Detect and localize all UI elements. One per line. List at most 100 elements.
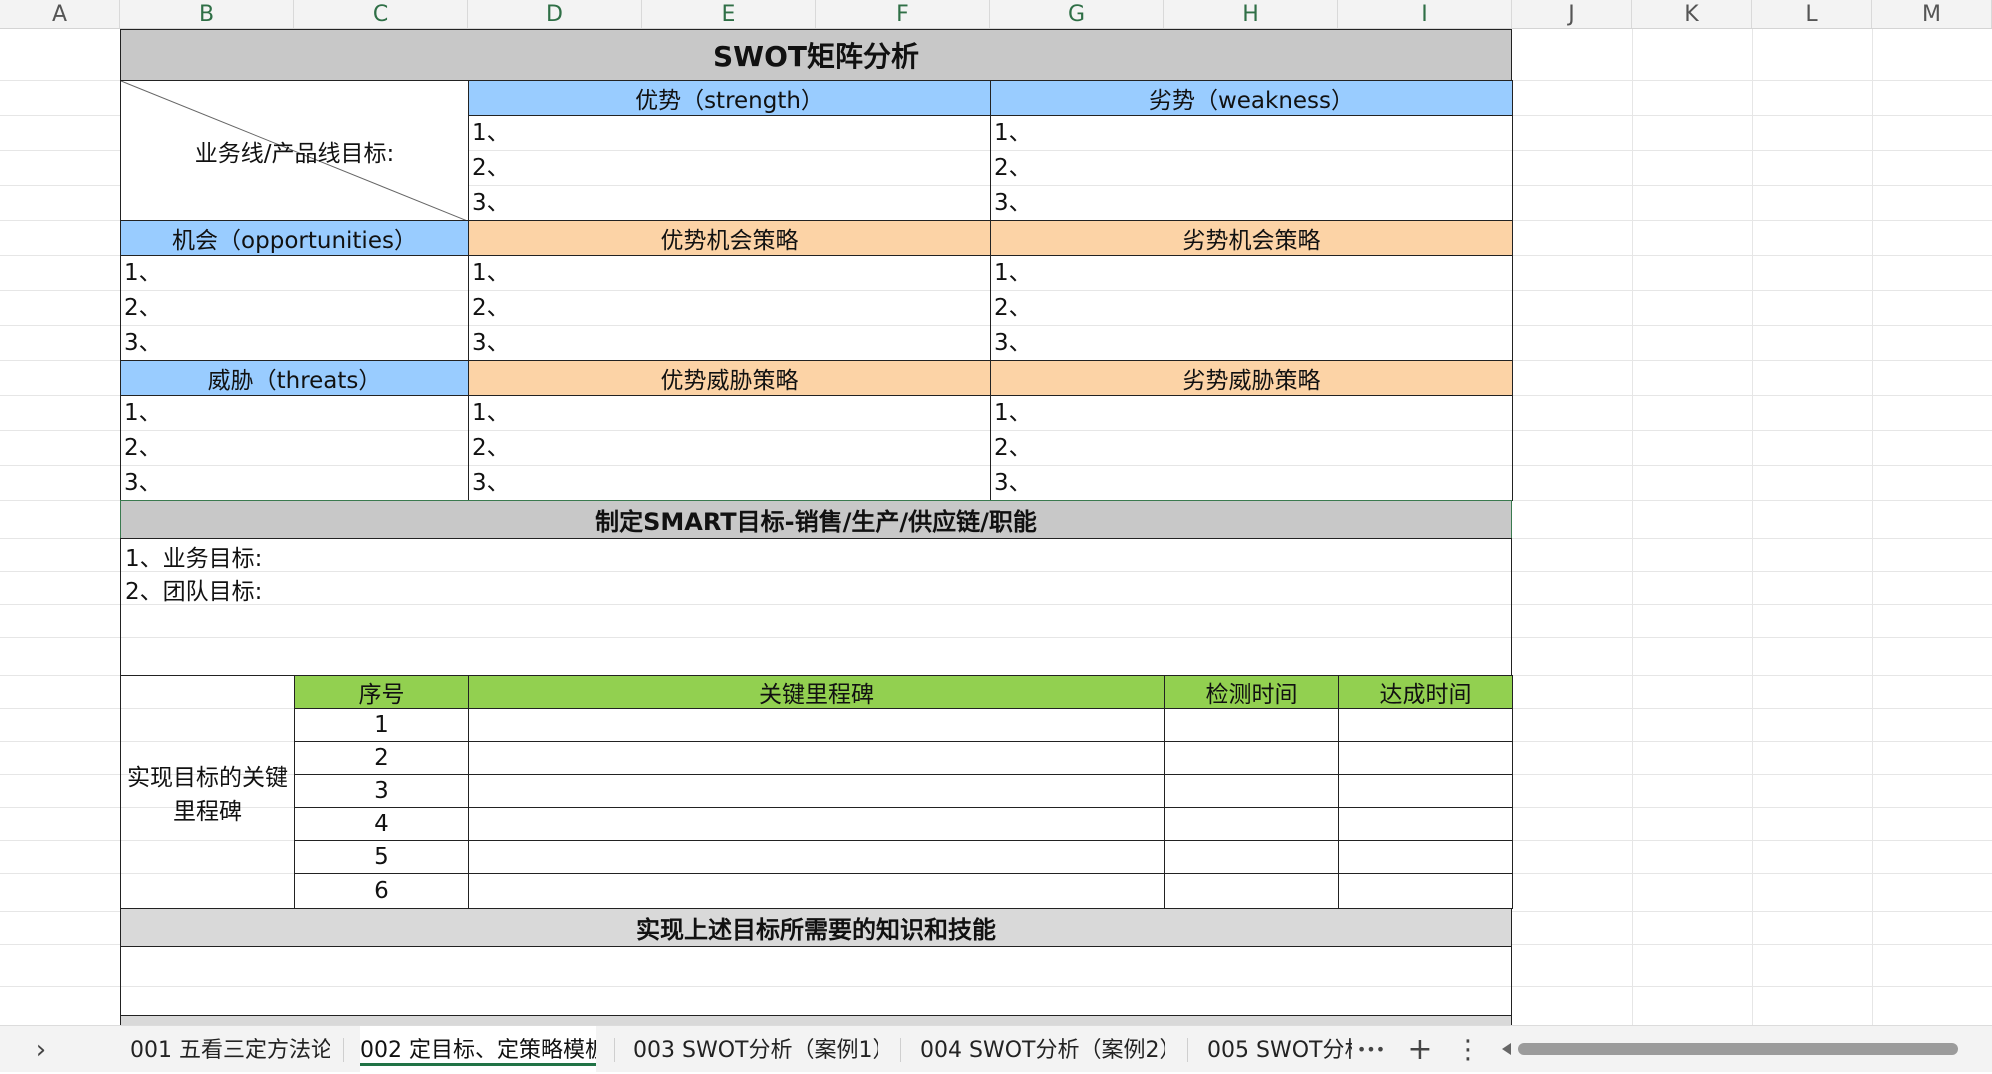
list-item: 3、 — [472, 190, 510, 216]
list-item: 3、 — [994, 190, 1032, 216]
table-cell[interactable] — [468, 774, 1165, 808]
horizontal-scrollbar[interactable] — [1502, 1043, 1992, 1055]
column-header-b[interactable]: B — [120, 0, 294, 28]
column-header-k[interactable]: K — [1632, 0, 1752, 28]
table-cell[interactable] — [468, 840, 1165, 874]
list-item: 2、 — [994, 435, 1032, 461]
column-header-h[interactable]: H — [1164, 0, 1338, 28]
spreadsheet-grid[interactable]: SWOT矩阵分析 业务线/产品线目标: 优势（strength） 劣势（weak… — [0, 29, 1992, 1025]
threats-list[interactable]: 1、 2、 3、 — [120, 395, 469, 501]
table-cell[interactable] — [1164, 774, 1339, 808]
table-cell[interactable] — [1338, 741, 1513, 775]
swot-title[interactable]: SWOT矩阵分析 — [120, 29, 1512, 81]
column-header-l[interactable]: L — [1752, 0, 1872, 28]
table-cell[interactable] — [1164, 708, 1339, 742]
skills-title[interactable]: 实现上述目标所需要的知识和技能 — [120, 908, 1512, 947]
list-item: 3、 — [472, 470, 510, 496]
table-row-index[interactable]: 1 — [294, 708, 469, 742]
more-tabs-icon[interactable]: ••• — [1355, 1026, 1387, 1072]
wt-strategy-list[interactable]: 1、 2、 3、 — [990, 395, 1513, 501]
list-item: 2、 — [994, 295, 1032, 321]
column-header-g[interactable]: G — [990, 0, 1164, 28]
table-cell[interactable] — [1164, 807, 1339, 841]
table-cell[interactable] — [1164, 873, 1339, 909]
column-header-j[interactable]: J — [1512, 0, 1632, 28]
threats-header[interactable]: 威胁（threats） — [120, 360, 469, 396]
smart-title[interactable]: 制定SMART目标-销售/生产/供应链/职能 — [120, 500, 1512, 539]
table-row-index[interactable]: 5 — [294, 840, 469, 874]
column-header-c[interactable]: C — [294, 0, 468, 28]
col-header-milestone[interactable]: 关键里程碑 — [468, 675, 1165, 709]
sheet-tab-004[interactable]: 004 SWOT分析（案例2） — [920, 1026, 1165, 1072]
so-strategy-header[interactable]: 优势机会策略 — [468, 220, 991, 256]
list-item: 3、 — [124, 330, 162, 356]
list-item: 2、 — [124, 435, 162, 461]
table-row-index[interactable]: 2 — [294, 741, 469, 775]
sheet-tab-002-active[interactable]: 002 定目标、定策略模板 — [360, 1026, 596, 1072]
list-item: 1、 — [994, 120, 1032, 146]
table-cell[interactable] — [1164, 840, 1339, 874]
column-header-bar: A B C D E F G H I J K L M — [0, 0, 1992, 29]
list-item: 2、 — [472, 155, 510, 181]
list-item: 1、 — [472, 260, 510, 286]
table-cell[interactable] — [468, 873, 1165, 909]
wo-strategy-header[interactable]: 劣势机会策略 — [990, 220, 1513, 256]
add-sheet-icon[interactable]: + — [1404, 1026, 1436, 1072]
skills-content-cell[interactable] — [120, 946, 1512, 1016]
opportunities-list[interactable]: 1、 2、 3、 — [120, 255, 469, 361]
col-header-check-time[interactable]: 检测时间 — [1164, 675, 1339, 709]
gridline — [1872, 29, 1873, 1025]
list-item: 1、 — [472, 120, 510, 146]
milestone-side-label[interactable]: 实现目标的关键 里程碑 — [120, 675, 295, 909]
sheet-tab-001[interactable]: 001 五看三定方法论 — [130, 1026, 330, 1072]
sheet-tab-003[interactable]: 003 SWOT分析（案例1） — [633, 1026, 878, 1072]
col-header-index[interactable]: 序号 — [294, 675, 469, 709]
wt-strategy-header[interactable]: 劣势威胁策略 — [990, 360, 1513, 396]
sheet-menu-icon[interactable]: ⋮ — [1452, 1026, 1484, 1072]
list-item: 1、 — [124, 400, 162, 426]
list-item: 1、 — [994, 400, 1032, 426]
table-cell[interactable] — [1338, 807, 1513, 841]
table-row-index[interactable]: 6 — [294, 873, 469, 909]
column-header-f[interactable]: F — [816, 0, 990, 28]
table-cell[interactable] — [1338, 708, 1513, 742]
column-header-m[interactable]: M — [1872, 0, 1992, 28]
wo-strategy-list[interactable]: 1、 2、 3、 — [990, 255, 1513, 361]
opportunities-header[interactable]: 机会（opportunities） — [120, 220, 469, 256]
table-cell[interactable] — [468, 807, 1165, 841]
st-strategy-header[interactable]: 优势威胁策略 — [468, 360, 991, 396]
strength-header[interactable]: 优势（strength） — [468, 80, 991, 116]
table-row-index[interactable]: 4 — [294, 807, 469, 841]
list-item: 1、 — [472, 400, 510, 426]
weakness-list[interactable]: 1、 2、 3、 — [990, 115, 1513, 221]
sheet-tab-bar: › 001 五看三定方法论 002 定目标、定策略模板 003 SWOT分析（案… — [0, 1025, 1992, 1072]
st-strategy-list[interactable]: 1、 2、 3、 — [468, 395, 991, 501]
list-item: 1、 — [994, 260, 1032, 286]
column-header-e[interactable]: E — [642, 0, 816, 28]
strength-list[interactable]: 1、 2、 3、 — [468, 115, 991, 221]
table-cell[interactable] — [1338, 873, 1513, 909]
weakness-header[interactable]: 劣势（weakness） — [990, 80, 1513, 116]
table-cell[interactable] — [1338, 774, 1513, 808]
list-item: 1、 — [124, 260, 162, 286]
table-cell[interactable] — [1164, 741, 1339, 775]
target-cell[interactable]: 业务线/产品线目标: — [120, 80, 470, 222]
sheet-nav-next-icon[interactable]: › — [26, 1026, 56, 1072]
table-cell[interactable] — [1338, 840, 1513, 874]
status-analysis-title[interactable]: 实现目标的现状分析 — [120, 1015, 1512, 1025]
smart-goals-cell[interactable]: 1、业务目标: 2、团队目标: — [120, 538, 1512, 676]
table-cell[interactable] — [468, 708, 1165, 742]
scroll-left-arrow-icon[interactable] — [1502, 1043, 1511, 1055]
col-header-done-time[interactable]: 达成时间 — [1338, 675, 1513, 709]
column-header-i[interactable]: I — [1338, 0, 1512, 28]
milestone-label-line2: 里程碑 — [173, 799, 242, 825]
column-header-d[interactable]: D — [468, 0, 642, 28]
table-row-index[interactable]: 3 — [294, 774, 469, 808]
column-header-a[interactable]: A — [0, 0, 120, 28]
table-cell[interactable] — [468, 741, 1165, 775]
so-strategy-list[interactable]: 1、 2、 3、 — [468, 255, 991, 361]
sheet-tab-005[interactable]: 005 SWOT分析 — [1207, 1026, 1352, 1072]
scrollbar-thumb[interactable] — [1518, 1043, 1958, 1055]
list-item: 3、 — [994, 470, 1032, 496]
list-item: 2、 — [472, 435, 510, 461]
